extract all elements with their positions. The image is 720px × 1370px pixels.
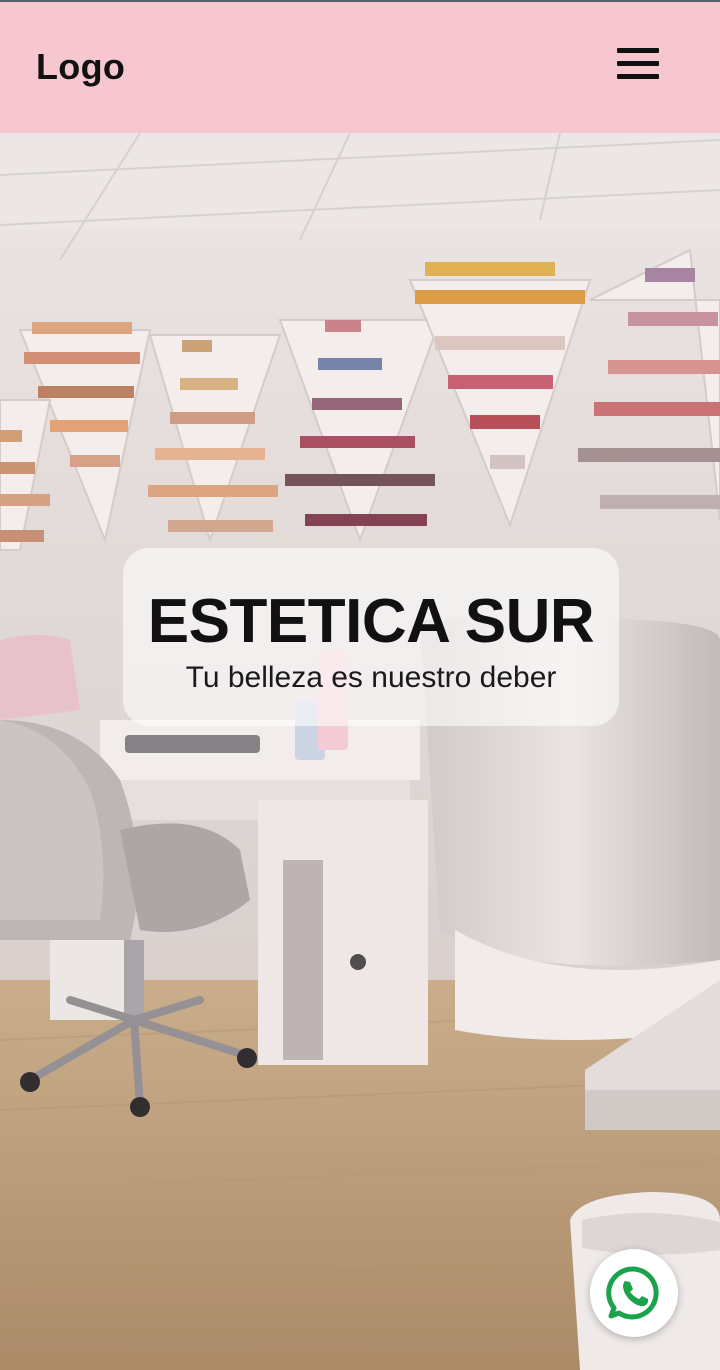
hero-subtitle: Tu belleza es nuestro deber bbox=[185, 661, 557, 694]
hero-title-card: ESTETICA SUR Tu belleza es nuestro deber bbox=[123, 548, 619, 726]
site-logo[interactable]: Logo bbox=[36, 46, 125, 88]
top-header: Logo bbox=[0, 0, 720, 133]
hamburger-menu-icon bbox=[617, 61, 659, 66]
hero-title: ESTETICA SUR bbox=[147, 587, 595, 656]
hamburger-menu-icon bbox=[617, 48, 659, 53]
whatsapp-button[interactable] bbox=[590, 1249, 678, 1337]
hamburger-menu-button[interactable] bbox=[612, 42, 664, 86]
hamburger-menu-icon bbox=[617, 74, 659, 79]
whatsapp-icon bbox=[606, 1266, 659, 1320]
